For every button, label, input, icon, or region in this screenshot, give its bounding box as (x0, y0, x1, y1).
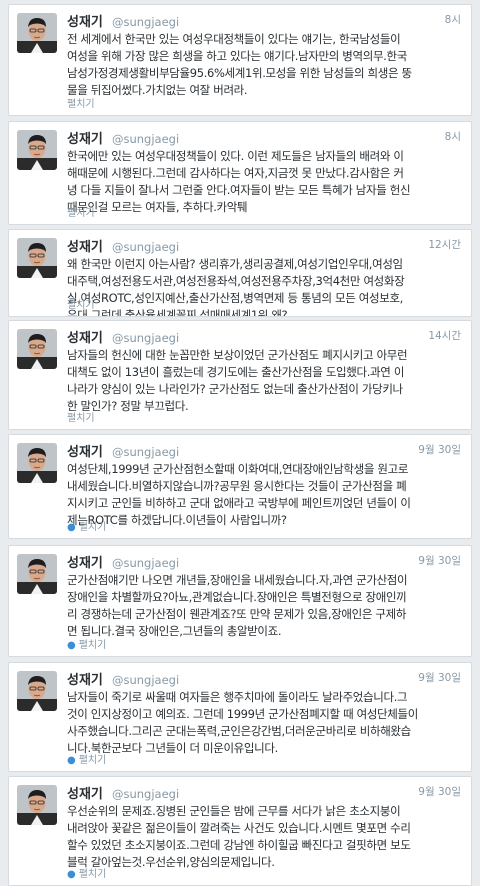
expand-link[interactable]: 펼치기 (67, 95, 95, 110)
location-pin-icon: ● (67, 755, 76, 766)
expand-label[interactable]: 펼치기 (67, 99, 95, 110)
tweet-feed: 성재기 @sungjaegi 8시 전 세계에서 한국만 있는 여성우대정책들이… (0, 0, 480, 886)
tweet-header: 성재기 @sungjaegi 9월 30일 (67, 669, 461, 688)
avatar[interactable] (17, 443, 57, 483)
tweet-header: 성재기 @sungjaegi 9월 30일 (67, 441, 461, 460)
author-name[interactable]: 성재기 (67, 445, 103, 460)
timestamp[interactable]: 9월 30일 (418, 670, 461, 685)
author-name[interactable]: 성재기 (67, 240, 103, 255)
author-name[interactable]: 성재기 (67, 331, 103, 346)
tweet-text: 남자들이 죽기로 싸울때 여자들은 행주치마에 돌이라도 날라주었습니다.그 것… (67, 690, 418, 755)
tweet-card[interactable]: 성재기 @sungjaegi 8시 한국에만 있는 여성우대정책들이 있다. 이… (8, 121, 472, 225)
author-name[interactable]: 성재기 (67, 132, 103, 147)
tweet-text: 왜 한국만 이런지 아는사람? 생리휴가,생리공결제,여성기업인우대,여성임 대… (67, 257, 405, 317)
avatar[interactable] (17, 238, 57, 278)
expand-link[interactable]: ● 펼치기 (67, 865, 106, 880)
expand-label[interactable]: 펼치기 (67, 208, 95, 219)
tweet-card[interactable]: 성재기 @sungjaegi 9월 30일 군가산점얘기만 나오면 개년들,장애… (8, 545, 472, 657)
expand-label[interactable]: 펼치기 (67, 300, 95, 311)
tweet-card[interactable]: 성재기 @sungjaegi 9월 30일 우선순위의 문제죠.징병된 군인들은… (8, 776, 472, 886)
expand-link[interactable]: ● 펼치기 (67, 751, 106, 766)
author-handle[interactable]: @sungjaegi (112, 787, 179, 801)
expand-label[interactable]: 펼치기 (79, 755, 107, 766)
tweet-text: 우선순위의 문제죠.징병된 군인들은 밤에 근무를 서다가 낡은 초소지붕이 내… (67, 804, 411, 869)
expand-label[interactable]: 펼치기 (79, 522, 107, 533)
tweet-text: 한국에만 있는 여성우대정책들이 있다. 이런 제도들은 남자들의 배려와 이 … (67, 149, 411, 214)
tweet-header: 성재기 @sungjaegi 14시간 (67, 327, 461, 346)
tweet-header: 성재기 @sungjaegi 9월 30일 (67, 783, 461, 802)
location-pin-icon: ● (67, 640, 76, 651)
tweet-header: 성재기 @sungjaegi 8시 (67, 128, 461, 147)
author-name[interactable]: 성재기 (67, 556, 103, 571)
timestamp[interactable]: 14시간 (428, 328, 461, 343)
expand-link[interactable]: 펼치기 (67, 296, 95, 311)
tweet-card[interactable]: 성재기 @sungjaegi 8시 전 세계에서 한국만 있는 여성우대정책들이… (8, 4, 472, 116)
avatar[interactable] (17, 785, 57, 825)
author-name[interactable]: 성재기 (67, 673, 103, 688)
expand-link[interactable]: ● 펼치기 (67, 518, 106, 533)
location-pin-icon: ● (67, 869, 76, 880)
tweet-card[interactable]: 성재기 @sungjaegi 14시간 남자들의 헌신에 대한 눈꼽만한 보상이… (8, 320, 472, 430)
author-handle[interactable]: @sungjaegi (112, 15, 179, 29)
location-pin-icon: ● (67, 522, 76, 533)
avatar[interactable] (17, 329, 57, 369)
author-handle[interactable]: @sungjaegi (112, 556, 179, 570)
author-name[interactable]: 성재기 (67, 15, 103, 30)
tweet-card[interactable]: 성재기 @sungjaegi 9월 30일 남자들이 죽기로 싸울때 여자들은 … (8, 662, 472, 772)
author-name[interactable]: 성재기 (67, 787, 103, 802)
author-handle[interactable]: @sungjaegi (112, 331, 179, 345)
avatar[interactable] (17, 671, 57, 711)
expand-link[interactable]: 펼치기 (67, 204, 95, 219)
expand-label[interactable]: 펼치기 (79, 869, 107, 880)
timestamp[interactable]: 8시 (445, 12, 461, 27)
author-handle[interactable]: @sungjaegi (112, 445, 179, 459)
timestamp[interactable]: 9월 30일 (418, 784, 461, 799)
timestamp[interactable]: 12시간 (428, 237, 461, 252)
author-handle[interactable]: @sungjaegi (112, 132, 179, 146)
avatar[interactable] (17, 13, 57, 53)
tweet-text: 군가산점얘기만 나오면 개년들,장애인을 내세웠습니다.자,과연 군가산점이 장… (67, 573, 408, 638)
tweet-header: 성재기 @sungjaegi 9월 30일 (67, 552, 461, 571)
timestamp[interactable]: 9월 30일 (418, 442, 461, 457)
tweet-text: 남자들의 헌신에 대한 눈꼽만한 보상이었던 군가산점도 폐지시키고 아무런 대… (67, 348, 408, 413)
author-handle[interactable]: @sungjaegi (112, 673, 179, 687)
tweet-header: 성재기 @sungjaegi 8시 (67, 11, 461, 30)
avatar[interactable] (17, 130, 57, 170)
tweet-text: 전 세계에서 한국만 있는 여성우대정책들이 있다는 얘기는, 한국남성들이 여… (67, 32, 412, 97)
avatar[interactable] (17, 554, 57, 594)
tweet-text: 여성단체,1999년 군가산점헌소할때 이화여대,연대장애인남학생을 원고로 내… (67, 462, 411, 527)
timestamp[interactable]: 9월 30일 (418, 553, 461, 568)
timestamp[interactable]: 8시 (445, 129, 461, 144)
expand-label[interactable]: 펼치기 (67, 413, 95, 424)
expand-link[interactable]: 펼치기 (67, 409, 95, 424)
expand-link[interactable]: ● 펼치기 (67, 636, 106, 651)
tweet-header: 성재기 @sungjaegi 12시간 (67, 236, 461, 255)
expand-label[interactable]: 펼치기 (79, 640, 107, 651)
author-handle[interactable]: @sungjaegi (112, 240, 179, 254)
tweet-card[interactable]: 성재기 @sungjaegi 9월 30일 여성단체,1999년 군가산점헌소할… (8, 434, 472, 539)
tweet-card[interactable]: 성재기 @sungjaegi 12시간 왜 한국만 이런지 아는사람? 생리휴가… (8, 229, 472, 317)
